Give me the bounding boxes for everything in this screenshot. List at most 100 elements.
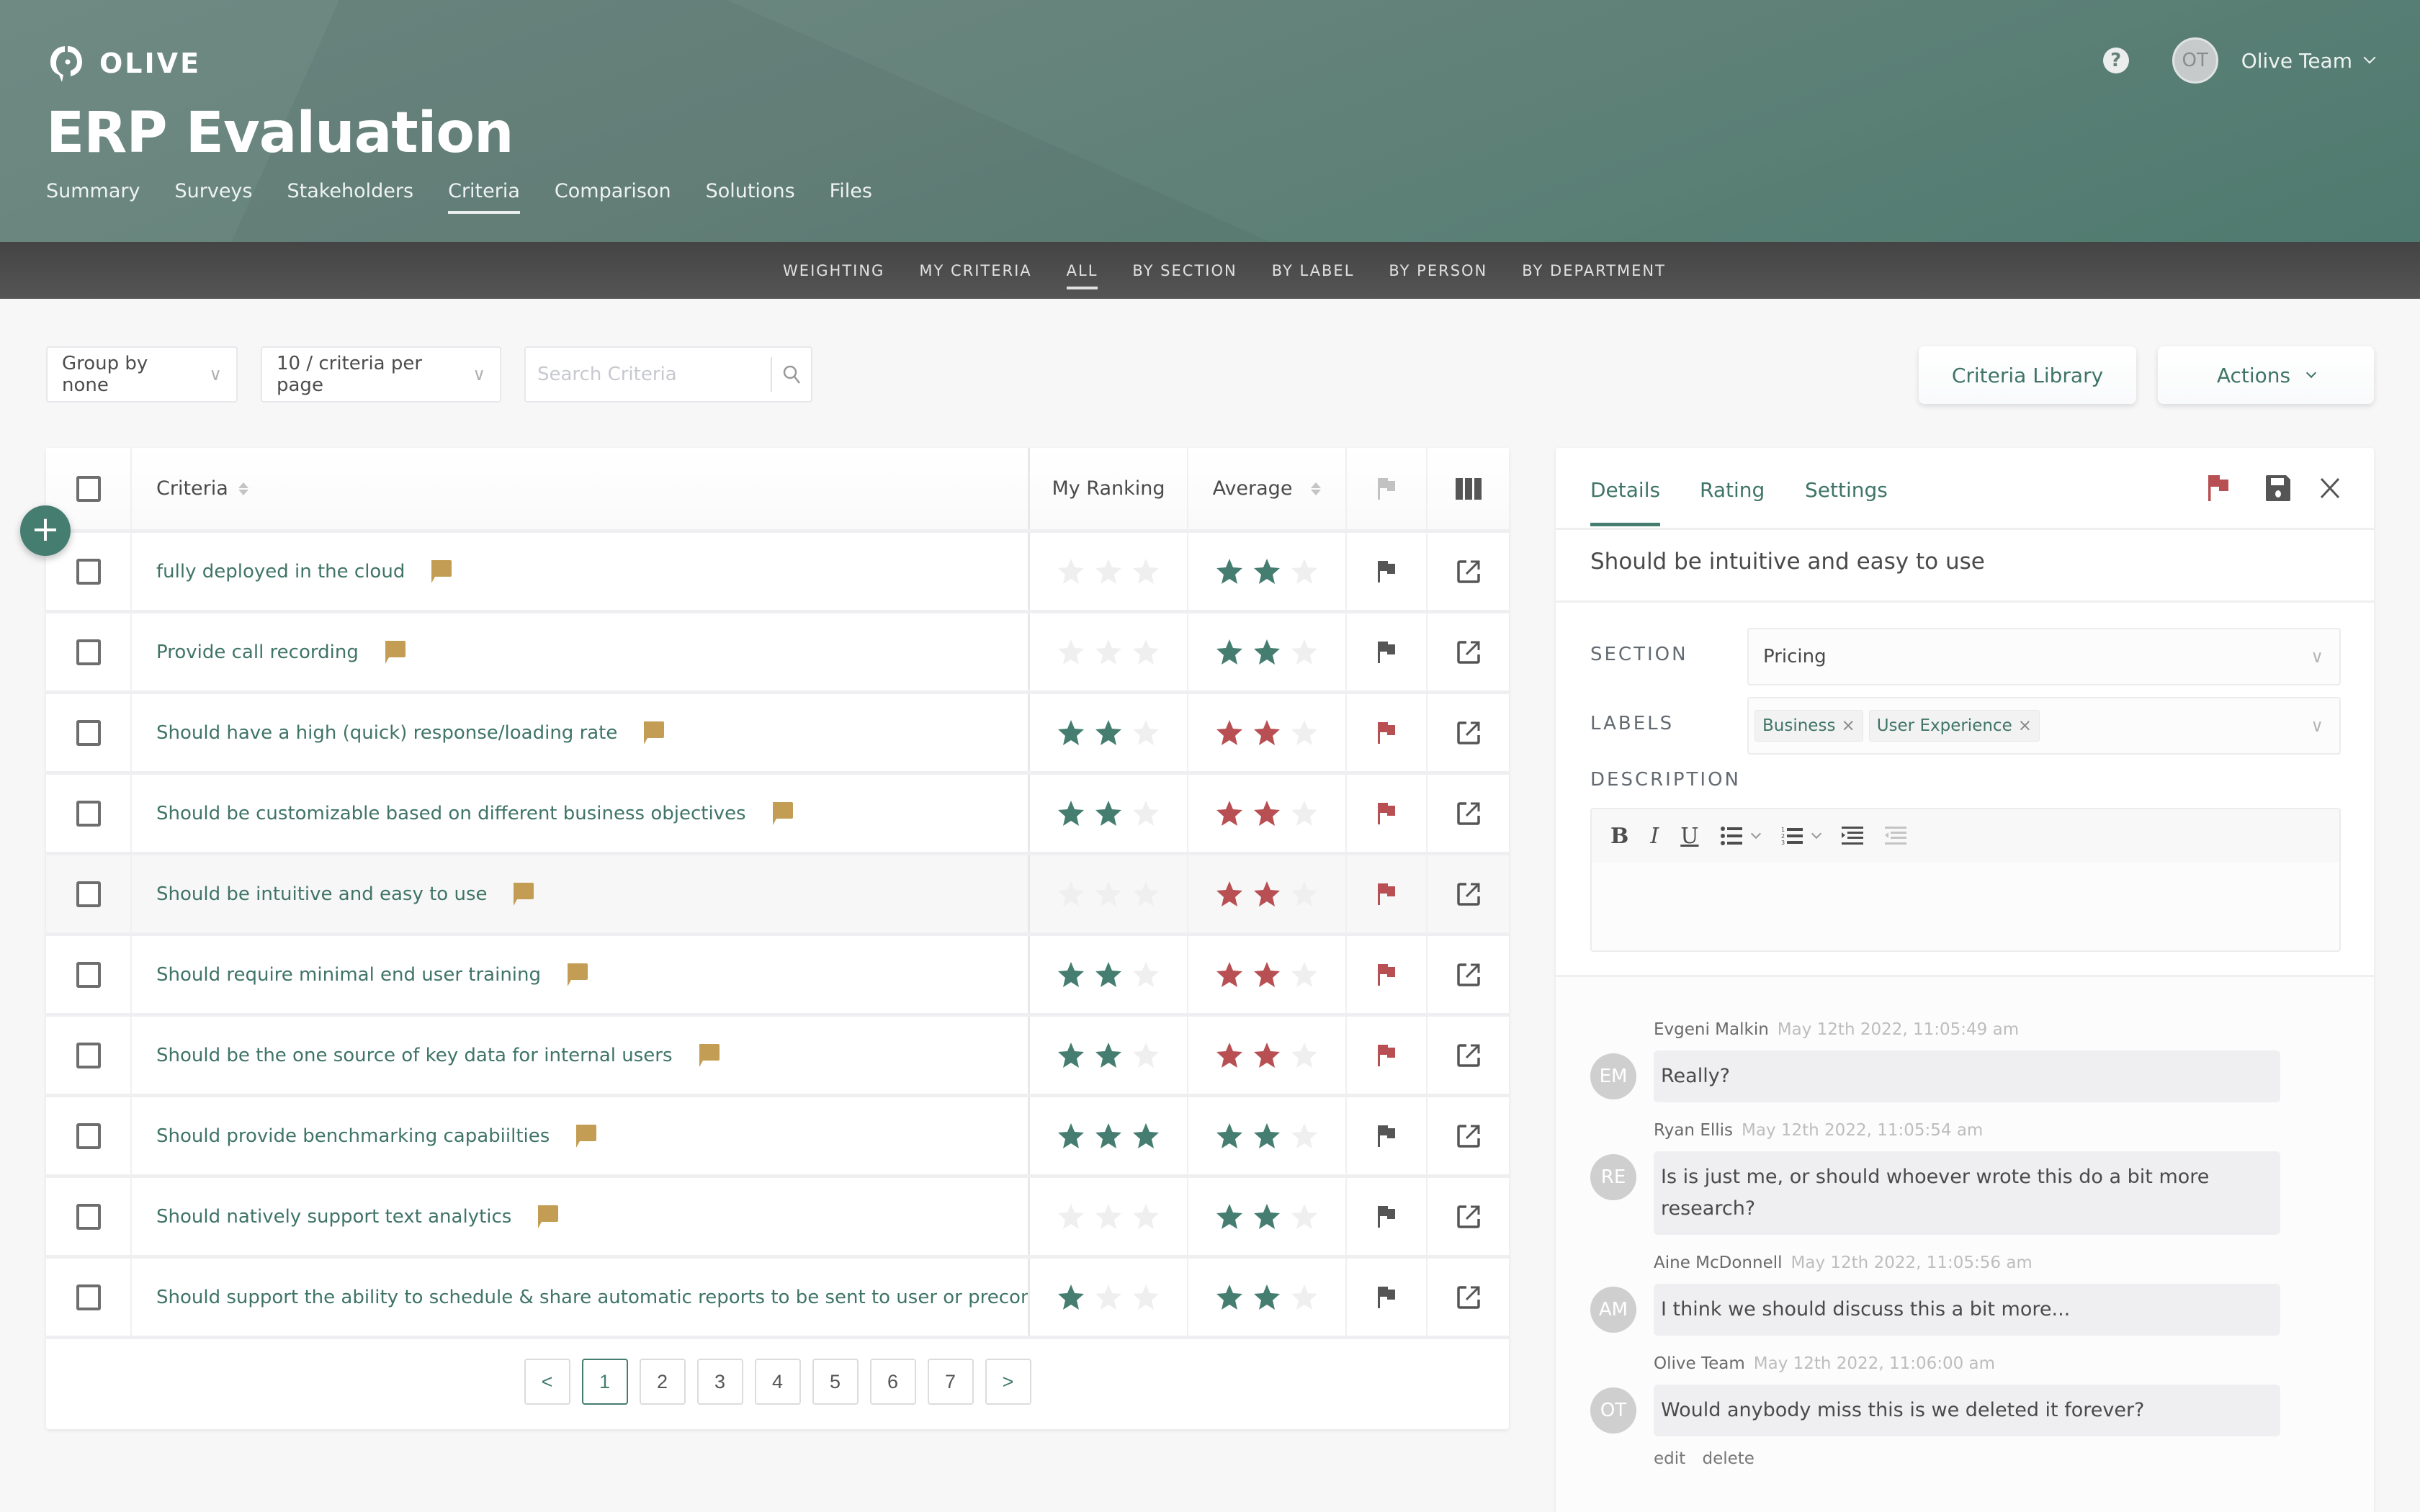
flag-icon[interactable]	[1376, 963, 1397, 987]
user-name[interactable]: Olive Team	[2241, 49, 2352, 73]
comment-icon[interactable]	[511, 882, 534, 906]
flag-icon[interactable]	[1376, 559, 1397, 584]
flag-icon[interactable]	[1376, 721, 1397, 745]
star-filled-icon[interactable]	[1057, 1283, 1085, 1312]
page-button[interactable]: 7	[927, 1359, 974, 1405]
subnav-by-person[interactable]: BY PERSON	[1389, 262, 1487, 279]
tab-solutions[interactable]: Solutions	[706, 180, 795, 214]
row-checkbox[interactable]	[76, 881, 101, 907]
table-row[interactable]: Provide call recording	[46, 613, 1509, 694]
section-select[interactable]: Pricing ∨	[1747, 628, 2341, 685]
star-filled-icon[interactable]	[1057, 719, 1085, 747]
italic-icon[interactable]: I	[1650, 824, 1659, 849]
average-header[interactable]: Average	[1188, 448, 1347, 529]
bullet-list-icon[interactable]	[1720, 827, 1761, 845]
search-input[interactable]	[526, 348, 771, 401]
row-checkbox[interactable]	[76, 1042, 101, 1068]
external-link-icon[interactable]	[1456, 640, 1481, 665]
comment-icon[interactable]	[697, 1043, 720, 1068]
star-filled-icon[interactable]	[1094, 799, 1123, 828]
star-filled-icon[interactable]	[1057, 1122, 1085, 1151]
edit-comment-link[interactable]: edit	[1654, 1449, 1685, 1468]
tab-comparison[interactable]: Comparison	[555, 180, 671, 214]
subnav-by-label[interactable]: BY LABEL	[1272, 262, 1355, 279]
select-all-checkbox[interactable]	[76, 475, 101, 502]
star-empty-icon[interactable]	[1094, 1202, 1123, 1231]
star-empty-icon[interactable]	[1057, 557, 1085, 586]
subnav-weighting[interactable]: WEIGHTING	[783, 262, 884, 279]
user-avatar[interactable]: OT	[2172, 37, 2218, 84]
external-link-icon[interactable]	[1456, 721, 1481, 745]
per-page-select[interactable]: 10 / criteria per page ∨	[261, 346, 501, 402]
table-row[interactable]: Should support the ability to schedule &…	[46, 1259, 1509, 1339]
external-link-icon[interactable]	[1456, 1285, 1481, 1310]
external-link-icon[interactable]	[1456, 882, 1481, 906]
page-button[interactable]: 4	[754, 1359, 801, 1405]
subnav-by-department[interactable]: BY DEPARTMENT	[1522, 262, 1666, 279]
row-checkbox[interactable]	[76, 1122, 101, 1149]
flag-icon[interactable]	[1376, 1043, 1397, 1068]
star-empty-icon[interactable]	[1131, 1283, 1160, 1312]
tab-rating[interactable]: Rating	[1700, 478, 1765, 526]
row-checkbox[interactable]	[76, 961, 101, 988]
criteria-link[interactable]: Should natively support text analytics	[156, 1206, 511, 1228]
criteria-header[interactable]: Criteria	[132, 448, 1030, 529]
flag-header[interactable]	[1347, 448, 1428, 529]
prev-page-button[interactable]: <	[524, 1359, 570, 1405]
star-empty-icon[interactable]	[1094, 557, 1123, 586]
row-checkbox[interactable]	[76, 639, 101, 665]
page-button[interactable]: 2	[639, 1359, 686, 1405]
olive-logo[interactable]: OLIVE	[46, 43, 201, 84]
star-empty-icon[interactable]	[1131, 719, 1160, 747]
criteria-link[interactable]: Should have a high (quick) response/load…	[156, 722, 617, 744]
row-checkbox[interactable]	[76, 719, 101, 746]
star-filled-icon[interactable]	[1057, 1041, 1085, 1070]
star-filled-icon[interactable]	[1094, 1041, 1123, 1070]
page-button[interactable]: 6	[869, 1359, 916, 1405]
star-empty-icon[interactable]	[1057, 638, 1085, 667]
add-criteria-button[interactable]: +	[20, 505, 71, 556]
actions-button[interactable]: Actions	[2158, 346, 2374, 404]
comment-icon[interactable]	[429, 559, 452, 584]
star-filled-icon[interactable]	[1131, 1122, 1160, 1151]
star-empty-icon[interactable]	[1131, 638, 1160, 667]
delete-comment-link[interactable]: delete	[1702, 1449, 1754, 1468]
criteria-link[interactable]: Should support the ability to schedule &…	[156, 1287, 1028, 1308]
underline-icon[interactable]: U	[1680, 824, 1698, 849]
comment-icon[interactable]	[574, 1124, 597, 1148]
comment-icon[interactable]	[771, 801, 794, 826]
star-empty-icon[interactable]	[1057, 880, 1085, 909]
external-link-icon[interactable]	[1456, 1205, 1481, 1229]
save-icon[interactable]	[2264, 474, 2292, 503]
criteria-link[interactable]: Provide call recording	[156, 642, 359, 663]
indent-icon[interactable]	[1841, 827, 1863, 845]
close-icon[interactable]	[2319, 477, 2341, 500]
page-button[interactable]: 3	[696, 1359, 743, 1405]
external-link-icon[interactable]	[1456, 801, 1481, 826]
star-empty-icon[interactable]	[1094, 1283, 1123, 1312]
tab-surveys[interactable]: Surveys	[174, 180, 252, 214]
subnav-all[interactable]: ALL	[1066, 262, 1098, 289]
labels-select[interactable]: Business × User Experience × ∨	[1747, 697, 2341, 755]
table-row[interactable]: Should be intuitive and easy to use	[46, 855, 1509, 936]
search-button[interactable]	[771, 357, 811, 392]
criteria-link[interactable]: Should be intuitive and easy to use	[156, 883, 487, 905]
comment-icon[interactable]	[642, 721, 665, 745]
row-checkbox[interactable]	[76, 1284, 101, 1310]
table-row[interactable]: Should have a high (quick) response/load…	[46, 694, 1509, 775]
remove-tag-icon[interactable]: ×	[2018, 716, 2032, 735]
sort-icon[interactable]	[238, 482, 248, 495]
flag-icon[interactable]	[1376, 1205, 1397, 1229]
star-filled-icon[interactable]	[1057, 960, 1085, 989]
tab-settings[interactable]: Settings	[1805, 478, 1888, 526]
criteria-link[interactable]: Should provide benchmarking capabiilties	[156, 1125, 550, 1147]
star-empty-icon[interactable]	[1131, 1202, 1160, 1231]
row-checkbox[interactable]	[76, 558, 101, 585]
criteria-link[interactable]: Should be customizable based on differen…	[156, 803, 746, 824]
star-empty-icon[interactable]	[1131, 1041, 1160, 1070]
criteria-link[interactable]: Should be the one source of key data for…	[156, 1045, 673, 1066]
tab-summary[interactable]: Summary	[46, 180, 140, 214]
flag-icon[interactable]	[1376, 640, 1397, 665]
subnav-by-section[interactable]: BY SECTION	[1132, 262, 1237, 279]
table-row[interactable]: Should provide benchmarking capabiilties	[46, 1097, 1509, 1178]
